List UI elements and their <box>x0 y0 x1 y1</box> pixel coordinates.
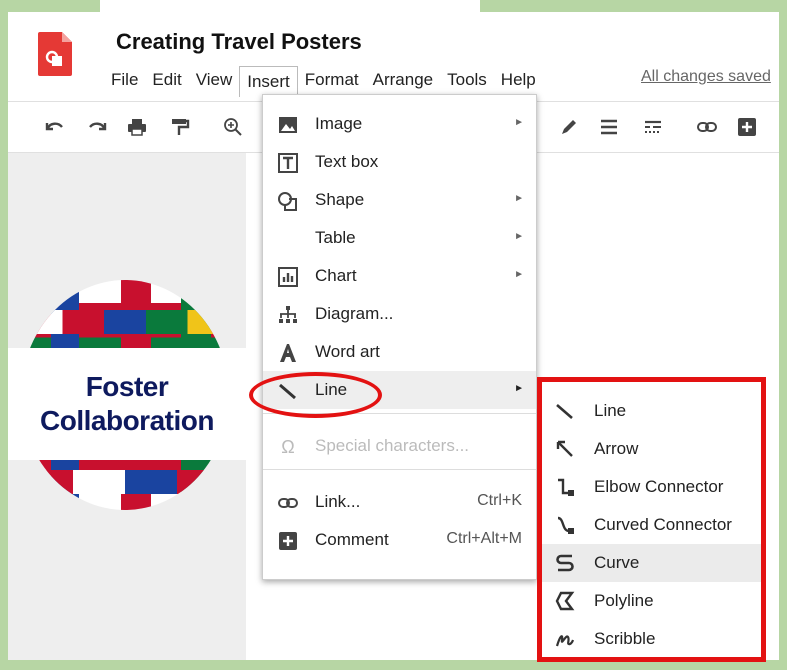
elbow-connector-icon <box>558 478 574 496</box>
insert-menu-line[interactable]: Line ► <box>263 371 536 409</box>
insert-menu-shape[interactable]: Shape ► <box>263 181 536 219</box>
slides-logo-icon[interactable] <box>38 32 72 76</box>
shape-icon <box>278 192 297 211</box>
paint-format-icon[interactable] <box>168 116 190 138</box>
menu-format[interactable]: Format <box>298 66 366 94</box>
insert-menu-line-label: Line <box>315 380 348 399</box>
save-status-link[interactable]: All changes saved <box>641 68 771 86</box>
zoom-icon[interactable] <box>222 116 244 138</box>
shortcut-ctrl-k: Ctrl+K <box>477 492 522 509</box>
line-submenu-elbow-connector-label: Elbow Connector <box>594 477 724 496</box>
redo-icon[interactable] <box>86 116 108 138</box>
link-icon <box>278 498 298 508</box>
line-dash-icon[interactable] <box>642 116 664 138</box>
insert-menu-chart[interactable]: Chart ► <box>263 257 536 295</box>
submenu-arrow-icon: ► <box>514 193 524 204</box>
slide-frame-right <box>779 0 787 670</box>
line-submenu-scribble[interactable]: Scribble <box>542 620 761 658</box>
line-submenu-polyline-label: Polyline <box>594 591 654 610</box>
line-submenu-arrow[interactable]: Arrow <box>542 430 761 468</box>
line-submenu-elbow-connector[interactable]: Elbow Connector <box>542 468 761 506</box>
line-submenu-curved-connector[interactable]: Curved Connector <box>542 506 761 544</box>
chart-icon <box>278 267 298 287</box>
overlay-label-line2: Collaboration <box>40 405 214 436</box>
image-icon <box>279 117 297 133</box>
line-icon <box>279 383 296 400</box>
word-art-icon <box>280 344 296 362</box>
slide-frame-left <box>0 0 8 670</box>
submenu-arrow-icon: ► <box>514 231 524 242</box>
menu-tools[interactable]: Tools <box>440 66 494 94</box>
insert-menu-image-label: Image <box>315 114 363 133</box>
line-submenu-scribble-label: Scribble <box>594 629 656 648</box>
insert-menu-text-box[interactable]: Text box <box>263 143 536 181</box>
submenu-arrow-icon: ► <box>514 117 524 128</box>
document-title[interactable]: Creating Travel Posters <box>116 29 362 55</box>
insert-menu-link-label: Link... <box>315 492 361 511</box>
link-icon[interactable] <box>696 116 718 138</box>
line-submenu-curved-connector-label: Curved Connector <box>594 515 732 534</box>
insert-menu-table[interactable]: Table ► <box>263 219 536 257</box>
line-submenu-arrow-label: Arrow <box>594 439 639 458</box>
insert-menu-shape-label: Shape <box>315 190 365 209</box>
polyline-icon <box>555 591 575 611</box>
insert-menu-text-box-label: Text box <box>315 152 379 171</box>
comment-icon <box>279 532 297 550</box>
overlay-label-line1: Foster <box>85 371 169 402</box>
line-submenu: Line Arrow Elbow Connector Curved Connec… <box>537 377 766 662</box>
add-comment-icon[interactable] <box>736 116 758 138</box>
insert-menu-diagram[interactable]: Diagram... <box>263 295 536 333</box>
menu-divider <box>263 413 536 414</box>
scribble-icon <box>555 635 575 647</box>
diagram-icon <box>279 306 297 323</box>
menu-view[interactable]: View <box>189 66 240 94</box>
curve-icon <box>556 554 574 572</box>
shortcut-ctrl-alt-m: Ctrl+Alt+M <box>446 530 522 547</box>
insert-menu-table-label: Table <box>315 228 356 247</box>
menu-help[interactable]: Help <box>494 66 543 94</box>
insert-menu-special-characters-label: Special characters... <box>315 436 470 455</box>
insert-menu-diagram-label: Diagram... <box>315 304 394 323</box>
menu-file[interactable]: File <box>104 66 145 94</box>
line-submenu-line[interactable]: Line <box>542 392 761 430</box>
slides-app: Creating Travel Posters File Edit View I… <box>8 12 779 662</box>
menubar: File Edit View Insert Format Arrange Too… <box>104 65 543 97</box>
insert-menu-comment-label: Comment <box>315 530 389 549</box>
align-icon[interactable] <box>598 116 620 138</box>
insert-menu-dropdown: Image ► Text box Shape ► Table ► Chart ►… <box>262 94 537 580</box>
pen-icon[interactable] <box>558 116 580 138</box>
insert-menu-chart-label: Chart <box>315 266 357 285</box>
line-submenu-line-label: Line <box>594 401 627 420</box>
submenu-arrow-icon: ► <box>514 383 524 394</box>
line-icon <box>556 404 573 419</box>
menu-edit[interactable]: Edit <box>145 66 188 94</box>
overlay-label-text[interactable]: Foster Collaboration <box>8 370 246 438</box>
line-submenu-curve-label: Curve <box>594 553 640 572</box>
insert-menu-special-characters: Ω Special characters... <box>263 427 536 465</box>
insert-menu-comment[interactable]: Comment Ctrl+Alt+M <box>263 521 536 559</box>
insert-menu-link[interactable]: Link... Ctrl+K <box>263 483 536 521</box>
insert-menu-word-art[interactable]: Word art <box>263 333 536 371</box>
menu-insert[interactable]: Insert <box>239 65 298 97</box>
line-submenu-curve[interactable]: Curve <box>542 544 761 582</box>
print-icon[interactable] <box>126 116 148 138</box>
arrow-icon <box>556 440 573 457</box>
text-box-icon <box>278 153 298 173</box>
insert-menu-word-art-label: Word art <box>315 342 380 361</box>
menu-divider <box>263 469 536 470</box>
curved-connector-icon <box>557 516 574 534</box>
undo-icon[interactable] <box>44 116 66 138</box>
submenu-arrow-icon: ► <box>514 269 524 280</box>
line-submenu-polyline[interactable]: Polyline <box>542 582 761 620</box>
menu-arrange[interactable]: Arrange <box>366 66 440 94</box>
insert-menu-image[interactable]: Image ► <box>263 105 536 143</box>
omega-icon: Ω <box>281 437 295 457</box>
